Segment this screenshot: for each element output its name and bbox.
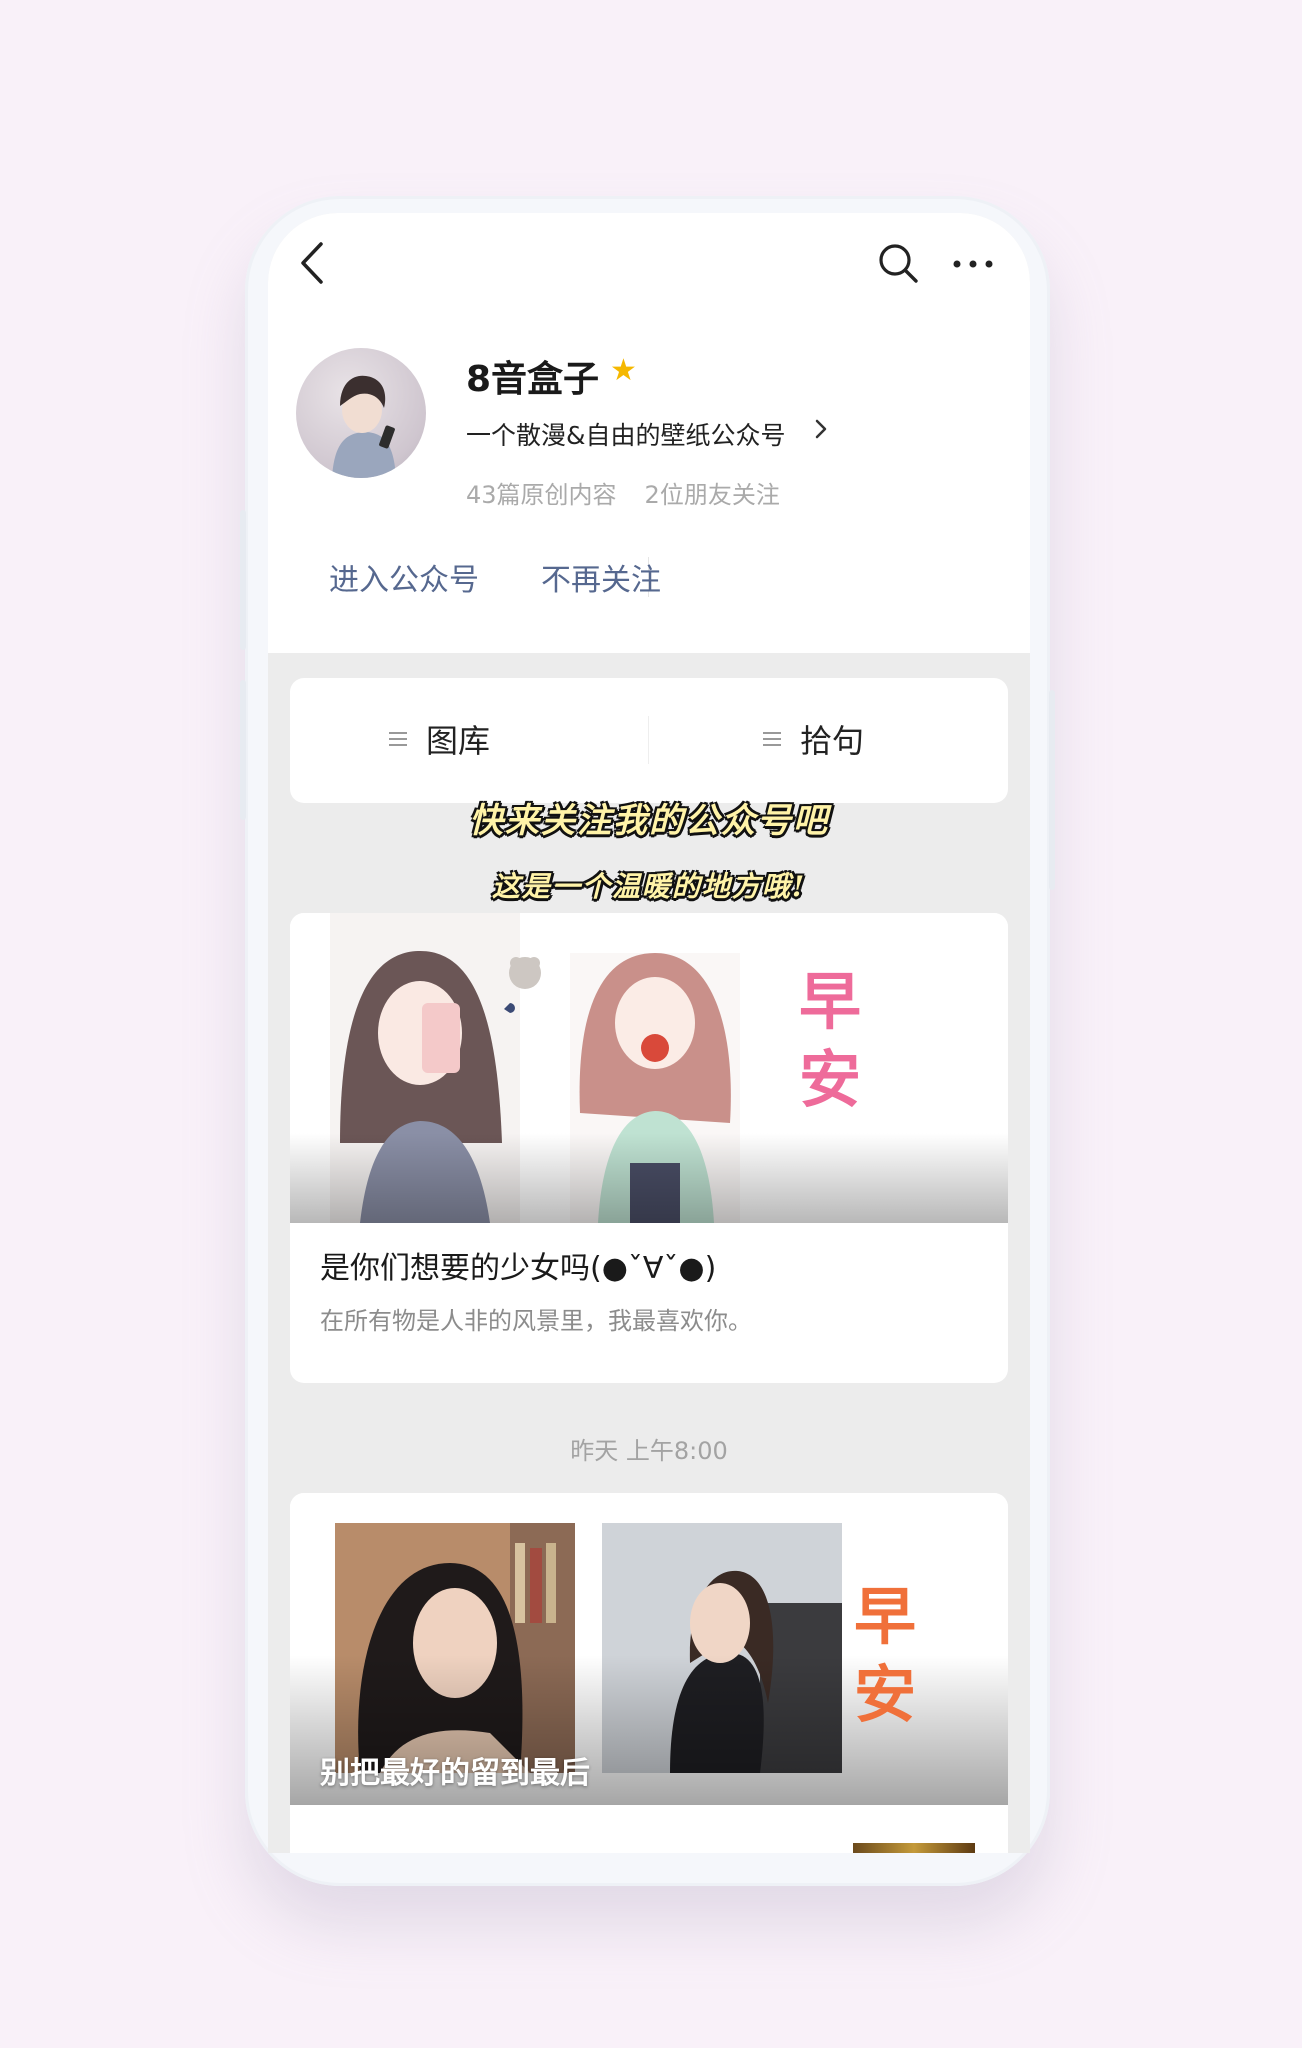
article-summary: 在所有物是人非的风景里，我最喜欢你。 — [320, 1307, 752, 1335]
more-icon[interactable] — [951, 249, 995, 279]
article-cover: 早安 别把最好的留到最后 — [290, 1493, 1008, 1805]
good-morning-stamp: 早安 — [853, 1580, 916, 1731]
friends-following: 2位朋友关注 — [644, 481, 780, 509]
menu-item-gallery[interactable]: 图库 — [388, 716, 490, 762]
account-description[interactable]: 一个散漫&自由的壁纸公众号 — [466, 416, 786, 452]
article-cover: 早安 — [290, 913, 1008, 1223]
star-icon: ★ — [610, 353, 637, 388]
account-stats: 43篇原创内容 2位朋友关注 — [466, 475, 808, 510]
enter-account-button[interactable]: 进入公众号 — [329, 555, 479, 599]
article-thumbnail — [853, 1843, 975, 1853]
message-timestamp: 昨天 上午8:00 — [570, 1437, 728, 1465]
search-icon[interactable] — [876, 241, 920, 285]
article-title: 别把最好的留到最后 — [320, 1756, 590, 1791]
article-card[interactable]: 早安 是你们想要的少女吗(●ˇ∀ˇ●) 在所有物是人非的风景里，我最喜欢你。 — [290, 913, 1008, 1383]
overlay-caption: 这是一个温暖的地方哦! — [491, 870, 807, 903]
phone-side-button — [1049, 690, 1055, 890]
account-menu: 图库 拾句 — [290, 678, 1008, 803]
phone-side-button — [240, 680, 246, 820]
back-icon[interactable] — [293, 238, 333, 288]
article-title: 是你们想要的少女吗(●ˇ∀ˇ●) — [320, 1251, 717, 1286]
menu-lines-icon — [763, 732, 781, 746]
chevron-right-icon[interactable] — [813, 416, 829, 442]
avatar-illustration — [332, 375, 396, 478]
cover-shade — [290, 1133, 1008, 1223]
account-name: 8音盒子 — [466, 359, 600, 400]
good-morning-stamp: 早安 — [798, 965, 861, 1116]
phone-side-button — [240, 510, 246, 650]
avatar[interactable] — [296, 348, 426, 478]
menu-item-label: 图库 — [426, 722, 491, 760]
account-header: 8音盒子 ★ 一个散漫&自由的壁纸公众号 43篇原创内容 2位朋友关注 进入公众号… — [268, 213, 1030, 653]
phone-screen: 8音盒子 ★ 一个散漫&自由的壁纸公众号 43篇原创内容 2位朋友关注 进入公众号… — [268, 213, 1030, 1853]
unfollow-button[interactable]: 不再关注 — [541, 555, 661, 599]
article-card[interactable]: 早安 别把最好的留到最后 — [290, 1493, 1008, 1853]
menu-item-quotes[interactable]: 拾句 — [762, 716, 864, 762]
divider — [648, 716, 649, 764]
menu-item-label: 拾句 — [800, 722, 865, 760]
overlay-caption: 快来关注我的公众号吧 — [469, 801, 829, 841]
original-count: 43篇原创内容 — [466, 481, 617, 509]
menu-lines-icon — [389, 732, 407, 746]
